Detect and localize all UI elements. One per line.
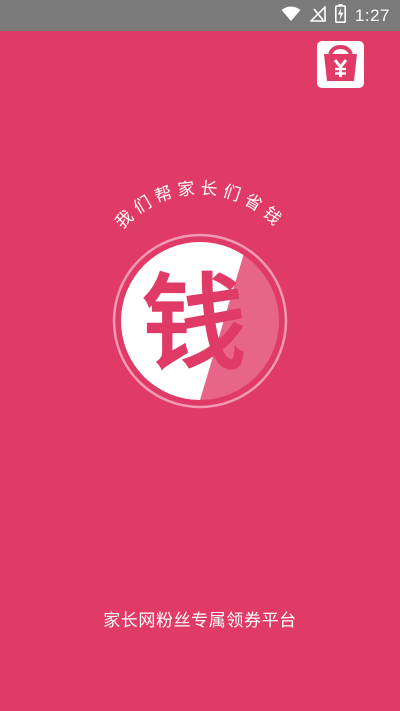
battery-charging-icon	[334, 4, 346, 27]
emblem: 我们帮家长们省钱 钱	[0, 160, 400, 460]
wifi-icon	[281, 6, 301, 26]
tagline: 家长网粉丝专属领券平台	[103, 611, 297, 631]
no-signal-icon	[308, 4, 326, 26]
savings-wallet-yen-icon[interactable]	[317, 41, 364, 88]
arc-slogan: 我们帮家长们省钱	[112, 178, 289, 232]
emblem-character: 钱	[142, 263, 246, 385]
status-icons: 1:27	[281, 0, 390, 31]
splash-screen: 1:27 我们帮家长们省钱 钱 家长网粉丝专属领券平台	[0, 0, 400, 711]
status-bar: 1:27	[0, 0, 400, 31]
arc-slogan-text: 我们帮家长们省钱	[112, 178, 284, 232]
status-time: 1:27	[354, 5, 390, 25]
